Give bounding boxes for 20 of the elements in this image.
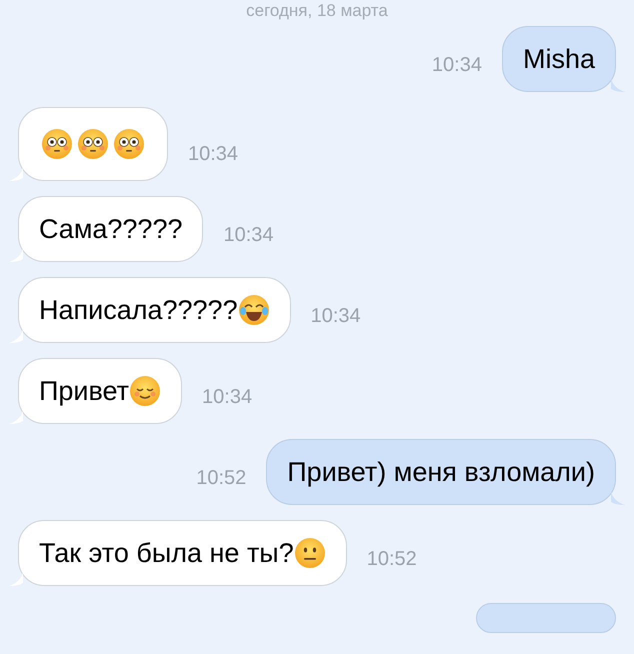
- message-time: 10:34: [223, 223, 274, 248]
- wide-eyed-face-icon: [41, 128, 73, 160]
- message-time: 10:52: [366, 547, 417, 572]
- message-text: Сама?????: [39, 213, 182, 246]
- wide-eyed-face-icon: [113, 128, 145, 160]
- neutral-face-icon: [294, 537, 326, 569]
- message-time: 10:34: [202, 385, 252, 410]
- message-text: Misha: [522, 43, 595, 76]
- wide-eyed-face-icon: [77, 128, 109, 160]
- message-text: Так это была не ты?: [39, 537, 294, 570]
- message-time: 10:34: [432, 53, 482, 78]
- smiling-face-icon: [129, 375, 162, 407]
- date-header: сегодня, 18 марта: [246, 2, 388, 20]
- message-time: 10:52: [196, 466, 246, 491]
- message-time: 10:34: [310, 304, 361, 329]
- message-text: Привет) меня взломали): [287, 456, 595, 489]
- message-time: 10:34: [188, 142, 238, 167]
- message-text: Привет: [39, 375, 130, 408]
- laughing-face-icon: [238, 294, 270, 326]
- message-text: Написала?????: [39, 294, 238, 327]
